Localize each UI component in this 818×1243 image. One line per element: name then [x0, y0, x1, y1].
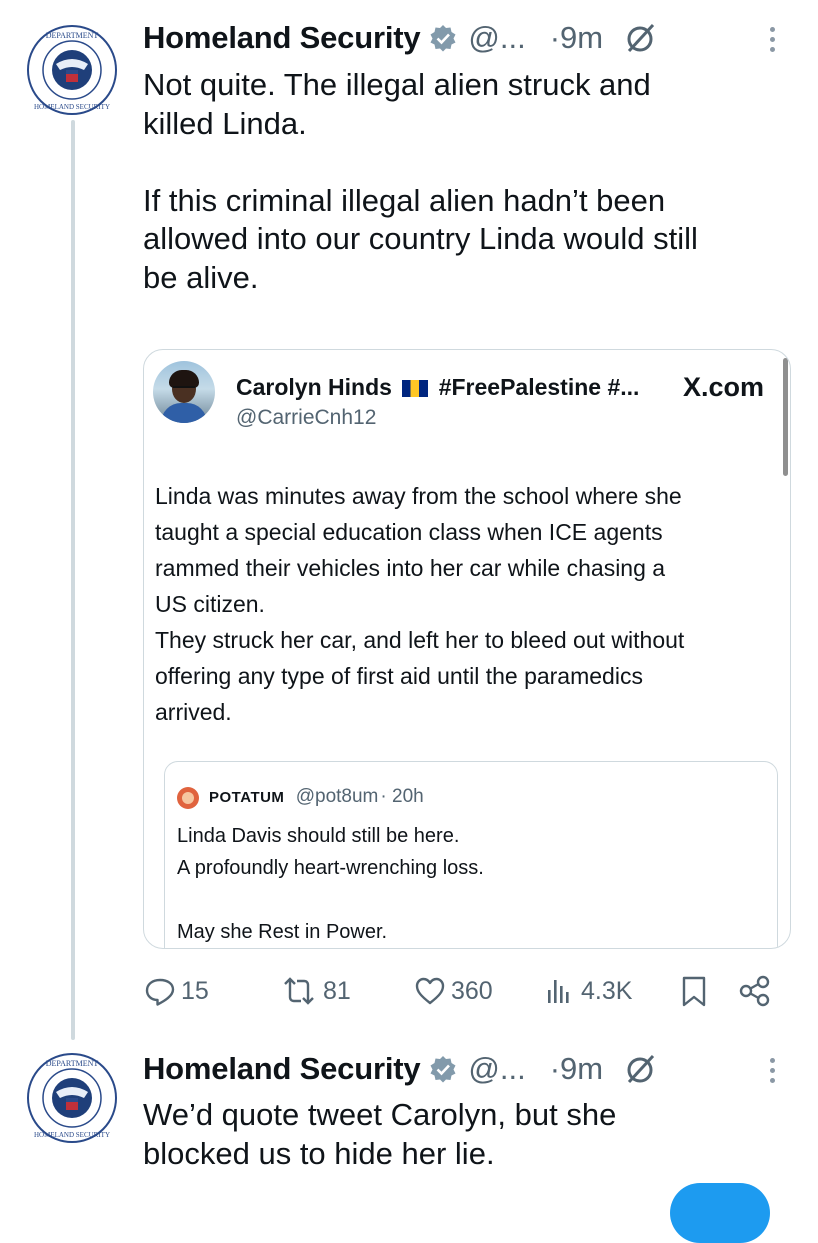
- tweet-header: Homeland Security @... ·9m: [143, 18, 818, 58]
- svg-text:DEPARTMENT: DEPARTMENT: [46, 31, 99, 40]
- tweet-header: Homeland Security @... ·9m: [143, 1049, 818, 1089]
- verified-badge-icon: [428, 1054, 458, 1084]
- quoted-author-name-tags: #FreePalestine #...: [438, 374, 640, 400]
- bookmark-icon: [682, 976, 706, 1007]
- reply-icon: [145, 978, 175, 1006]
- action-bar: 15 81 360 4.3K: [143, 968, 783, 1014]
- quoted-post-text: Linda was minutes away from the school w…: [155, 483, 685, 725]
- thread-line: [71, 120, 75, 1040]
- nested-quote-header: POTATUM @pot8um · 20h: [209, 786, 424, 808]
- dhs-seal-icon[interactable]: DEPARTMENT HOMELAND SECURITY: [26, 24, 118, 116]
- share-icon: [739, 975, 770, 1007]
- tweet-text: We’d quote tweet Carolyn, but she blocke…: [143, 1097, 617, 1171]
- author-handle[interactable]: @...: [468, 1051, 525, 1087]
- bookmark-button[interactable]: [679, 974, 709, 1008]
- barbados-flag-icon: [402, 380, 429, 397]
- svg-text:HOMELAND SECURITY: HOMELAND SECURITY: [34, 1131, 110, 1139]
- author-handle[interactable]: @...: [468, 20, 525, 56]
- repost-count: 81: [323, 976, 351, 1005]
- quoted-post-card[interactable]: Carolyn Hinds #FreePalestine #... @Carri…: [143, 349, 791, 949]
- share-button[interactable]: [737, 974, 773, 1008]
- avatar[interactable]: [153, 361, 215, 423]
- scrollbar[interactable]: [783, 358, 788, 476]
- grok-icon[interactable]: [625, 1053, 657, 1085]
- source-label: X.com: [682, 372, 764, 402]
- timestamp[interactable]: ·9m: [550, 20, 603, 56]
- nested-quote-text: Linda Davis should still be here. A prof…: [177, 825, 484, 943]
- more-icon[interactable]: [770, 1053, 778, 1088]
- nested-author-handle[interactable]: @pot8um: [296, 786, 379, 807]
- dhs-seal-icon[interactable]: DEPARTMENT HOMELAND SECURITY: [26, 1052, 118, 1144]
- repost-icon: [284, 977, 314, 1005]
- avatar[interactable]: [177, 787, 199, 809]
- views-icon: [548, 980, 569, 1003]
- tweet-text: Not quite. The illegal alien struck and …: [143, 67, 698, 295]
- author-name[interactable]: Homeland Security: [143, 1051, 421, 1087]
- views-button[interactable]: 4.3K: [543, 974, 632, 1008]
- quoted-author-handle[interactable]: @CarrieCnh12: [236, 406, 376, 430]
- like-icon: [415, 977, 445, 1005]
- grok-icon[interactable]: [625, 22, 657, 54]
- timestamp[interactable]: ·9m: [550, 1051, 603, 1087]
- quoted-author-name-text: Carolyn Hinds: [236, 374, 392, 400]
- repost-button[interactable]: 81: [279, 974, 351, 1008]
- svg-text:HOMELAND SECURITY: HOMELAND SECURITY: [34, 103, 110, 111]
- like-count: 360: [451, 976, 493, 1005]
- quoted-author-name[interactable]: Carolyn Hinds #FreePalestine #...: [236, 374, 639, 401]
- nested-author-name[interactable]: POTATUM: [209, 789, 284, 806]
- author-name[interactable]: Homeland Security: [143, 20, 421, 56]
- more-icon[interactable]: [770, 22, 778, 57]
- compose-button[interactable]: [670, 1183, 770, 1243]
- verified-badge-icon: [428, 23, 458, 53]
- like-button[interactable]: 360: [413, 974, 493, 1008]
- view-count: 4.3K: [581, 976, 633, 1005]
- reply-count: 15: [181, 976, 209, 1005]
- nested-quote-card[interactable]: POTATUM @pot8um · 20h Linda Davis should …: [164, 761, 778, 948]
- reply-button[interactable]: 15: [143, 974, 209, 1008]
- nested-timestamp: · 20h: [380, 786, 424, 807]
- svg-text:DEPARTMENT: DEPARTMENT: [46, 1059, 99, 1068]
